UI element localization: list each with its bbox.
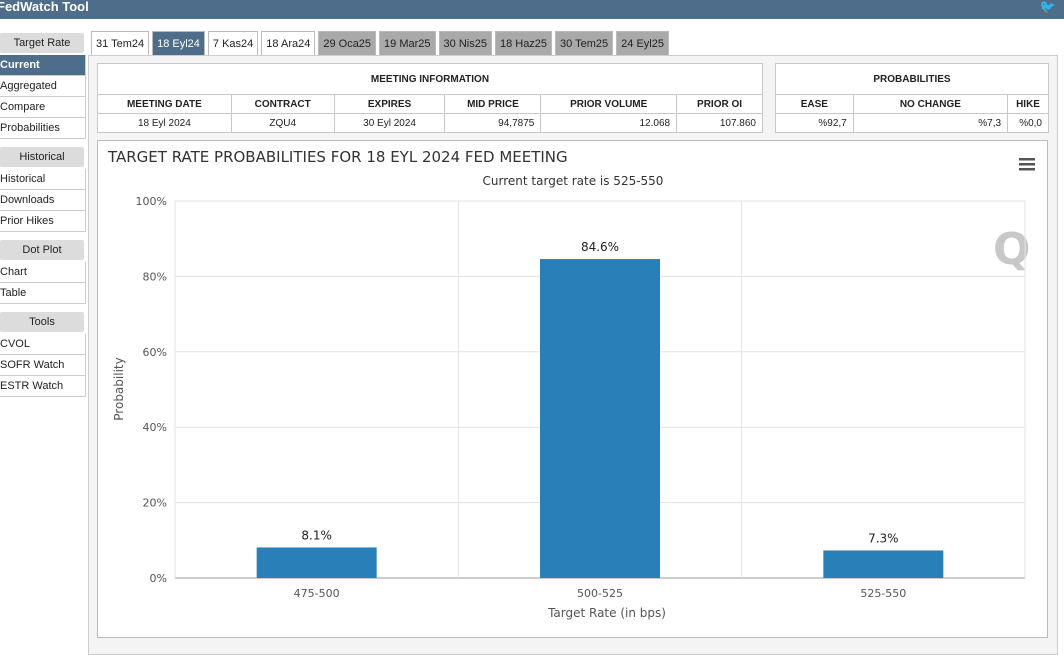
chart-title: TARGET RATE PROBABILITIES FOR 18 EYL 202… bbox=[107, 148, 568, 166]
sidebar-item-prior-hikes[interactable]: Prior Hikes bbox=[0, 211, 86, 232]
y-tick-label: 80% bbox=[143, 270, 167, 283]
y-tick-label: 40% bbox=[143, 421, 167, 434]
y-tick-label: 60% bbox=[143, 346, 167, 359]
sidebar-item-downloads[interactable]: Downloads bbox=[0, 190, 86, 211]
column-header: NO CHANGE bbox=[852, 94, 1009, 114]
column-header: MEETING DATE bbox=[97, 94, 232, 114]
sidebar-section-header[interactable]: Historical bbox=[0, 147, 84, 167]
y-tick-label: 0% bbox=[150, 572, 167, 585]
meeting-info-table: MEETING INFORMATION MEETING DATE CONTRACT… bbox=[97, 63, 763, 133]
column-header: EXPIRES bbox=[333, 94, 446, 114]
cell-value: 94,7875 bbox=[444, 113, 542, 133]
cell-value: 12.068 bbox=[540, 113, 678, 133]
hamburger-menu-icon[interactable] bbox=[1019, 158, 1035, 171]
tab-meeting[interactable]: 18 Haz25 bbox=[494, 31, 553, 55]
tab-meeting[interactable]: 30 Nis25 bbox=[438, 31, 492, 55]
y-axis-label: Probability bbox=[112, 357, 126, 420]
cell-value: ZQU4 bbox=[230, 113, 335, 133]
chart-subtitle: Current target rate is 525-550 bbox=[483, 174, 664, 188]
column-header: MID PRICE bbox=[444, 94, 542, 114]
cell-value: %0,0 bbox=[1007, 113, 1049, 133]
cell-value: %92,7 bbox=[775, 113, 854, 133]
column-header: CONTRACT bbox=[230, 94, 335, 114]
column-header: EASE bbox=[775, 94, 854, 114]
twitter-icon[interactable]: 🐦 bbox=[1040, 0, 1056, 14]
sidebar-item-aggregated[interactable]: Aggregated bbox=[0, 76, 86, 97]
tab-meeting[interactable]: 30 Tem25 bbox=[555, 31, 614, 55]
bar-525-550[interactable] bbox=[823, 550, 944, 578]
app-title: FedWatch Tool bbox=[0, 0, 89, 14]
sidebar-item-table[interactable]: Table bbox=[0, 283, 86, 304]
bar-475-500[interactable] bbox=[256, 547, 377, 578]
column-header: HIKE bbox=[1007, 94, 1049, 114]
cell-value: 107.860 bbox=[676, 113, 763, 133]
tab-meeting[interactable]: 19 Mar25 bbox=[379, 31, 436, 55]
sidebar-item-historical[interactable]: Historical bbox=[0, 169, 86, 190]
sidebar-item-probabilities[interactable]: Probabilities bbox=[0, 118, 86, 139]
sidebar-item-current[interactable]: Current bbox=[0, 55, 86, 76]
data-label: 7.3% bbox=[868, 531, 899, 545]
sidebar-item-estr-watch[interactable]: ESTR Watch bbox=[0, 376, 86, 397]
tab-meeting[interactable]: 31 Tem24 bbox=[91, 31, 150, 55]
sidebar-item-compare[interactable]: Compare bbox=[0, 97, 86, 118]
chart-container: TARGET RATE PROBABILITIES FOR 18 EYL 202… bbox=[97, 140, 1048, 638]
sidebar-item-sofr-watch[interactable]: SOFR Watch bbox=[0, 355, 86, 376]
tab-meeting[interactable]: 7 Kas24 bbox=[207, 31, 259, 55]
column-header: PRIOR VOLUME bbox=[540, 94, 678, 114]
sidebar-section-header[interactable]: Target Rate bbox=[0, 33, 84, 53]
sidebar: Target Rate Current Aggregated Compare Proba… bbox=[0, 31, 86, 397]
tab-meeting[interactable]: 24 Eyl25 bbox=[616, 31, 669, 55]
cell-value: 30 Eyl 2024 bbox=[333, 113, 446, 133]
tab-meeting[interactable]: 18 Eyl24 bbox=[152, 31, 205, 55]
sidebar-section-header[interactable]: Tools bbox=[0, 312, 84, 332]
meeting-info-title: MEETING INFORMATION bbox=[97, 63, 763, 95]
cell-value: 18 Eyl 2024 bbox=[97, 113, 232, 133]
bar-500-525[interactable] bbox=[540, 259, 660, 578]
tab-meeting[interactable]: 18 Ara24 bbox=[261, 31, 316, 55]
x-axis-label: Target Rate (in bps) bbox=[547, 606, 666, 620]
meeting-tabs: 31 Tem24 18 Eyl24 7 Kas24 18 Ara24 29 Oca25 1… bbox=[91, 31, 669, 55]
sidebar-section-header[interactable]: Dot Plot bbox=[0, 240, 84, 260]
x-tick-label: 525-550 bbox=[860, 587, 906, 600]
bar-chart: TARGET RATE PROBABILITIES FOR 18 EYL 202… bbox=[107, 148, 1035, 620]
sidebar-item-chart[interactable]: Chart bbox=[0, 262, 86, 283]
x-tick-label: 475-500 bbox=[294, 587, 340, 600]
data-label: 8.1% bbox=[301, 528, 332, 542]
column-header: PRIOR OI bbox=[676, 94, 763, 114]
data-label: 84.6% bbox=[581, 240, 619, 254]
y-tick-label: 20% bbox=[143, 497, 167, 510]
probabilities-table: PROBABILITIES EASE NO CHANGE HIKE %92,7 %7,3… bbox=[775, 63, 1049, 133]
app-header: FedWatch Tool 🐦 bbox=[0, 0, 1064, 19]
tab-meeting[interactable]: 29 Oca25 bbox=[318, 31, 377, 55]
x-tick-label: 500-525 bbox=[577, 587, 623, 600]
y-tick-label: 100% bbox=[136, 195, 167, 208]
probabilities-title: PROBABILITIES bbox=[775, 63, 1049, 95]
cell-value: %7,3 bbox=[852, 113, 1009, 133]
sidebar-item-cvol[interactable]: CVOL bbox=[0, 334, 86, 355]
